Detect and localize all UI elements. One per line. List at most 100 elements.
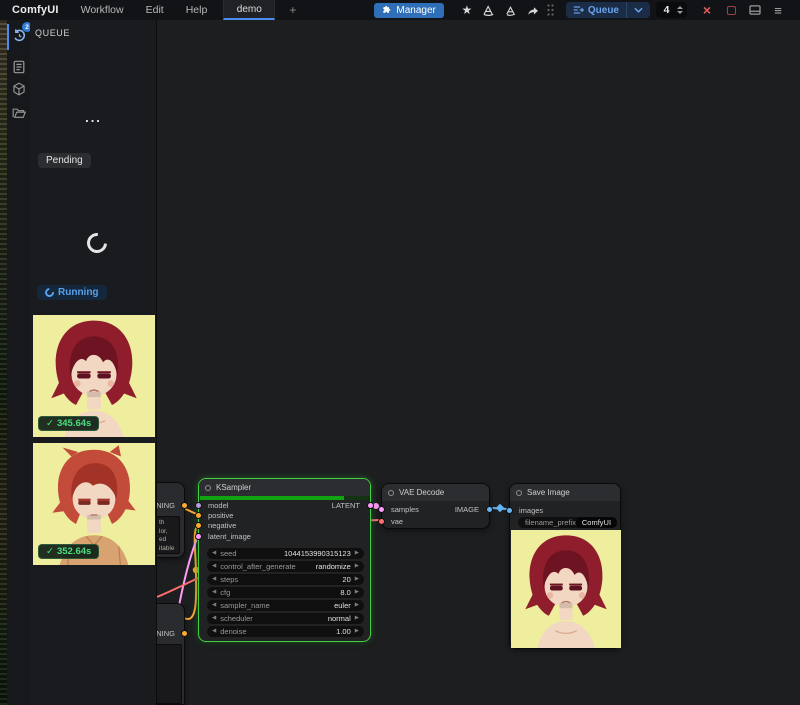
positive-input-label: positive bbox=[208, 511, 233, 520]
image-output-dot[interactable] bbox=[486, 506, 493, 513]
queue-result-thumbnail-1[interactable]: ✓ 345.64s bbox=[33, 315, 155, 437]
steps-widget[interactable]: ◀ steps 20 ▶ bbox=[207, 574, 364, 585]
menu-workflow[interactable]: Workflow bbox=[81, 4, 124, 16]
node-library-icon[interactable] bbox=[10, 58, 28, 76]
widget-value: 1.00 bbox=[336, 627, 351, 636]
prompt-textarea[interactable] bbox=[157, 644, 182, 704]
widget-right-arrow[interactable]: ▶ bbox=[355, 616, 359, 622]
tab-demo[interactable]: demo bbox=[223, 0, 275, 20]
queue-result-thumbnail-2[interactable]: ✓ 352.64s bbox=[33, 443, 155, 565]
seed-widget[interactable]: ◀ seed 1044153990315123 ▶ bbox=[207, 548, 364, 559]
menu-edit[interactable]: Edit bbox=[146, 4, 164, 16]
share-arrow-icon[interactable] bbox=[522, 2, 544, 18]
widget-left-arrow[interactable]: ◀ bbox=[212, 564, 216, 570]
positive-input-dot[interactable] bbox=[195, 512, 202, 519]
images-input-dot[interactable] bbox=[506, 507, 513, 514]
save-image-header[interactable]: Save Image bbox=[510, 484, 620, 501]
widget-name: steps bbox=[220, 575, 238, 584]
widget-left-arrow[interactable]: ◀ bbox=[212, 577, 216, 583]
sampling-progress-bar bbox=[200, 496, 369, 500]
widget-left-arrow[interactable]: ◀ bbox=[212, 603, 216, 609]
drag-handle[interactable] bbox=[544, 2, 558, 18]
clip-text-encode-node-1[interactable]: NING thlor,editable bbox=[157, 482, 185, 558]
stylized-a-icon-2[interactable] bbox=[500, 2, 522, 18]
menu-icon[interactable]: ≡ bbox=[766, 3, 790, 18]
widget-name: sampler_name bbox=[220, 601, 270, 610]
check-icon: ✓ bbox=[46, 418, 54, 429]
menu-help[interactable]: Help bbox=[186, 4, 208, 16]
widget-right-arrow[interactable]: ▶ bbox=[355, 577, 359, 583]
denoise-widget[interactable]: ◀ denoise 1.00 ▶ bbox=[207, 626, 364, 637]
vae-decode-node[interactable]: VAE Decode samples vae IMAGE bbox=[381, 483, 490, 529]
task-duration-badge: ✓ 352.64s bbox=[38, 544, 99, 559]
latent-image-input-dot[interactable] bbox=[195, 533, 202, 540]
widget-left-arrow[interactable]: ◀ bbox=[212, 551, 216, 557]
node-title: Save Image bbox=[527, 488, 570, 497]
node-graph-canvas[interactable]: NING thlor,editable NING KSampler model … bbox=[157, 20, 800, 705]
widget-name: denoise bbox=[220, 627, 246, 636]
filename-prefix-widget[interactable]: filename_prefix ComfyUI bbox=[518, 517, 614, 528]
widget-right-arrow[interactable]: ▶ bbox=[355, 629, 359, 635]
generated-image-girl-a bbox=[511, 530, 621, 648]
save-image-node[interactable]: Save Image images filename_prefix ComfyU… bbox=[509, 483, 621, 649]
cfg-widget[interactable]: ◀ cfg 8.0 ▶ bbox=[207, 587, 364, 598]
prompt-line: th bbox=[159, 519, 164, 526]
widget-left-arrow[interactable]: ◀ bbox=[212, 629, 216, 635]
manager-button[interactable]: Manager bbox=[374, 3, 443, 18]
stylized-a-icon-1[interactable] bbox=[478, 2, 500, 18]
app-logo[interactable]: ComfyUI bbox=[12, 4, 59, 16]
negative-input-label: negative bbox=[208, 521, 236, 530]
clip-text-encode-node-2[interactable]: NING bbox=[157, 603, 185, 705]
bottom-panel-toggle-icon[interactable] bbox=[744, 2, 766, 18]
negative-input-dot[interactable] bbox=[195, 522, 202, 529]
conditioning-output-dot[interactable] bbox=[181, 502, 188, 509]
new-workflow-button[interactable]: + bbox=[289, 3, 296, 17]
scheduler-widget[interactable]: ◀ scheduler normal ▶ bbox=[207, 613, 364, 624]
decrement-icon[interactable] bbox=[677, 11, 683, 14]
ksampler-header[interactable]: KSampler bbox=[199, 479, 370, 496]
running-label-text: Running bbox=[58, 287, 99, 298]
puzzle-icon bbox=[382, 5, 392, 15]
collapse-dot-icon[interactable] bbox=[205, 485, 211, 491]
collapse-dot-icon[interactable] bbox=[516, 490, 522, 496]
latent-output-dot[interactable] bbox=[367, 502, 374, 509]
increment-icon[interactable] bbox=[677, 6, 683, 9]
widget-right-arrow[interactable]: ▶ bbox=[355, 564, 359, 570]
widget-name: cfg bbox=[220, 588, 230, 597]
queue-dropdown-button[interactable] bbox=[627, 7, 650, 13]
increment-decrement-icons[interactable] bbox=[677, 6, 687, 14]
control-after-generate-widget[interactable]: ◀ control_after_generate randomize ▶ bbox=[207, 561, 364, 572]
vae-input-dot[interactable] bbox=[378, 518, 385, 525]
queue-tab-icon[interactable]: 2 bbox=[10, 26, 28, 44]
cancel-run-button[interactable]: × bbox=[695, 2, 719, 18]
widget-right-arrow[interactable]: ▶ bbox=[355, 551, 359, 557]
sampler-name-widget[interactable]: ◀ sampler_name euler ▶ bbox=[207, 600, 364, 611]
samples-input-dot[interactable] bbox=[378, 506, 385, 513]
star-icon[interactable]: ★ bbox=[456, 2, 478, 18]
comfyui-window: ComfyUI Workflow Edit Help demo + Manage… bbox=[0, 0, 800, 705]
model-library-icon[interactable] bbox=[10, 80, 28, 98]
task-duration: 345.64s bbox=[57, 418, 91, 429]
queue-button[interactable]: Queue bbox=[566, 5, 626, 16]
prompt-line: lor, bbox=[159, 528, 168, 535]
vae-decode-header[interactable]: VAE Decode bbox=[382, 484, 489, 501]
widget-left-arrow[interactable]: ◀ bbox=[212, 590, 216, 596]
saved-image-preview[interactable] bbox=[511, 530, 621, 648]
batch-count-stepper[interactable]: 4 bbox=[656, 2, 687, 18]
stop-icon[interactable] bbox=[727, 6, 736, 15]
prompt-textarea[interactable]: thlor,editable bbox=[157, 516, 180, 554]
widget-right-arrow[interactable]: ▶ bbox=[355, 590, 359, 596]
queue-overflow-button[interactable]: ... bbox=[30, 110, 157, 125]
workflows-folder-icon[interactable] bbox=[10, 104, 28, 122]
pending-section-label[interactable]: Pending bbox=[38, 153, 91, 168]
collapse-dot-icon[interactable] bbox=[388, 490, 394, 496]
widget-right-arrow[interactable]: ▶ bbox=[355, 603, 359, 609]
widget-left-arrow[interactable]: ◀ bbox=[212, 616, 216, 622]
conditioning-output-dot[interactable] bbox=[181, 630, 188, 637]
images-input-label: images bbox=[519, 506, 543, 515]
ksampler-node[interactable]: KSampler model positive negative latent_… bbox=[198, 478, 371, 642]
widget-value: 1044153990315123 bbox=[284, 549, 351, 558]
running-section-label[interactable]: Running bbox=[37, 285, 107, 300]
widget-name: scheduler bbox=[220, 614, 253, 623]
model-input-dot[interactable] bbox=[195, 502, 202, 509]
